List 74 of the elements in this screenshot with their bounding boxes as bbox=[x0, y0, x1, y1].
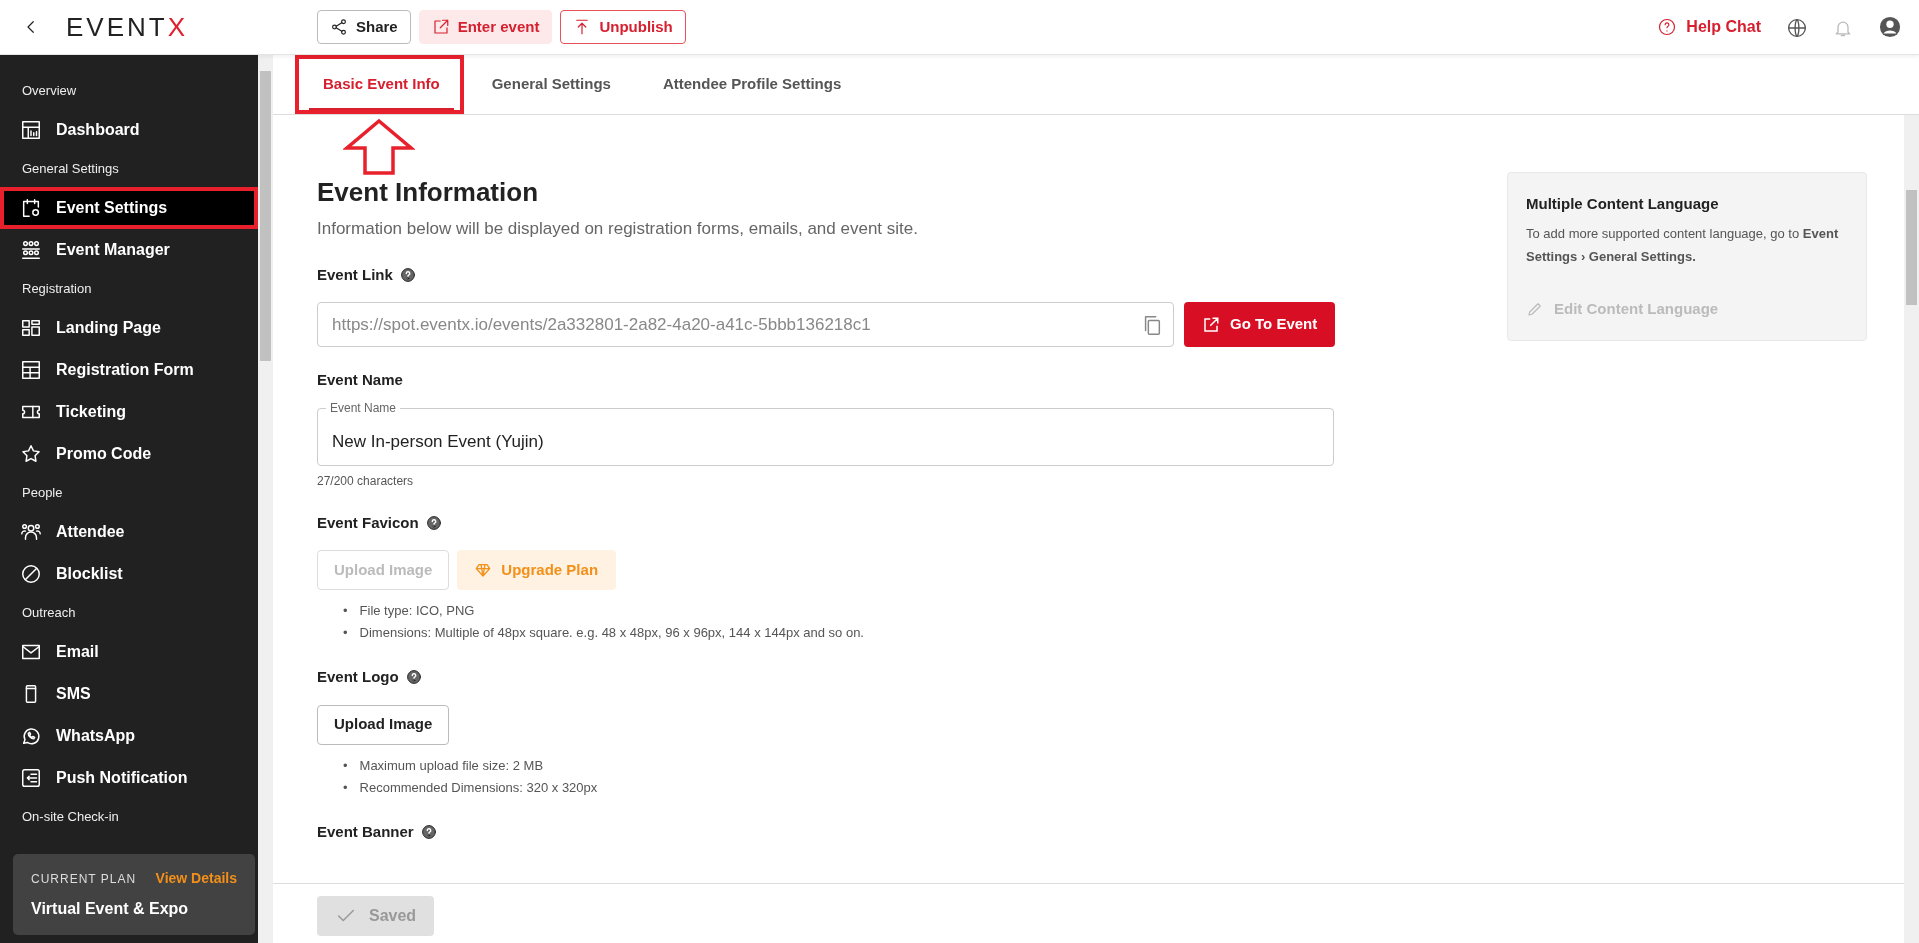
section-label: Registration bbox=[22, 281, 92, 296]
block-icon bbox=[20, 563, 42, 585]
bullet: • bbox=[343, 778, 348, 797]
dashboard-icon bbox=[20, 119, 42, 141]
field-label: Event Favicon bbox=[317, 512, 419, 533]
note-text: Maximum upload file size: 2 MB bbox=[359, 756, 544, 775]
help-icon[interactable] bbox=[400, 267, 415, 282]
sidebar-item[interactable]: Dashboard bbox=[0, 109, 258, 151]
help-chat-link[interactable]: Help Chat bbox=[1658, 15, 1761, 39]
plan-caption: CURRENT PLAN bbox=[31, 870, 137, 888]
sidebar-item[interactable]: WhatsApp bbox=[0, 715, 258, 757]
sidebar-item[interactable]: Event Settings bbox=[0, 187, 258, 229]
scrollbar-thumb[interactable] bbox=[260, 71, 271, 361]
help-icon[interactable] bbox=[406, 670, 421, 685]
section-label: People bbox=[22, 485, 63, 500]
account-icon[interactable] bbox=[1879, 16, 1901, 38]
help-icon[interactable] bbox=[421, 824, 436, 839]
sidebar-item[interactable]: Landing Page bbox=[0, 307, 258, 349]
panel-title: Multiple Content Language bbox=[1526, 194, 1720, 214]
field-label: Event Logo bbox=[317, 667, 399, 688]
share-icon bbox=[330, 18, 348, 36]
external-link-icon bbox=[431, 18, 450, 36]
unpublish-button[interactable]: Unpublish bbox=[560, 10, 686, 44]
chat-bubble-icon bbox=[20, 725, 42, 747]
field-label: Event Name bbox=[317, 370, 403, 391]
people-group-icon bbox=[20, 239, 42, 261]
sidebar-item[interactable]: Email bbox=[0, 631, 258, 673]
share-button[interactable]: Share bbox=[317, 10, 411, 44]
view-details-link[interactable]: View Details bbox=[155, 868, 237, 889]
sidebar-item[interactable]: Ticketing bbox=[0, 391, 258, 433]
sidebar-item[interactable]: Event Manager bbox=[0, 229, 258, 271]
bullet: • bbox=[343, 602, 348, 621]
sidebar-item[interactable]: SMS bbox=[0, 673, 258, 715]
upload-image-button[interactable]: Upload Image bbox=[317, 704, 450, 745]
enter-event-button[interactable]: Enter event bbox=[418, 10, 553, 44]
section-description: Information below will be displayed on registration forms, emails, and event site. bbox=[317, 218, 919, 241]
note-text: Recommended Dimensions: 320 x 320px bbox=[359, 778, 598, 797]
bullet: • bbox=[343, 756, 348, 775]
bullet: • bbox=[343, 624, 348, 643]
tab[interactable]: Basic Event Info bbox=[309, 59, 454, 110]
globe-icon[interactable] bbox=[1787, 17, 1807, 38]
help-icon bbox=[1658, 18, 1677, 36]
field-label: Event Banner bbox=[317, 821, 414, 842]
sidebar-item[interactable]: Blocklist bbox=[0, 553, 258, 595]
tab[interactable]: Attendee Profile Settings bbox=[648, 59, 856, 110]
sidebar-item[interactable]: Attendee bbox=[0, 511, 258, 553]
section-label: Outreach bbox=[22, 605, 76, 620]
note-text: File type: ICO, PNG bbox=[359, 602, 475, 621]
notification-list-icon bbox=[20, 767, 42, 789]
star-icon bbox=[20, 443, 42, 465]
diamond-icon bbox=[475, 562, 492, 579]
section-label: Overview bbox=[22, 83, 77, 98]
attendees-icon bbox=[20, 521, 42, 543]
tab[interactable]: General Settings bbox=[477, 59, 625, 110]
scrollbar-thumb[interactable] bbox=[1906, 190, 1917, 305]
field-label: Event Link bbox=[317, 264, 393, 285]
note-text: Dimensions: Multiple of 48px square. e.g. 48 x 48px, 96 x 96px, 144 x 144px and so on. bbox=[359, 624, 864, 643]
go-to-event-button[interactable]: Go To Event bbox=[1184, 302, 1336, 348]
logo: EVENTX bbox=[66, 10, 189, 44]
layout-icon bbox=[20, 317, 42, 339]
sidebar-item[interactable]: Push Notification bbox=[0, 757, 258, 799]
section-label: On-site Check-in bbox=[22, 809, 119, 824]
plan-name: Virtual Event & Expo bbox=[31, 899, 190, 919]
table-icon bbox=[20, 359, 42, 381]
section-heading: Event Information bbox=[317, 177, 539, 209]
sidebar-item[interactable]: Registration Form bbox=[0, 349, 258, 391]
section-label: General Settings bbox=[22, 161, 119, 176]
external-link-icon bbox=[1202, 315, 1220, 334]
sidebar-item[interactable]: Promo Code bbox=[0, 433, 258, 475]
help-icon[interactable] bbox=[426, 515, 441, 530]
character-counter: 27/200 characters bbox=[317, 472, 415, 490]
event-link-field[interactable]: https://spot.eventx.io/events/2a332801-2a82-4a20-a41c-5bbb136218c1 bbox=[317, 302, 1174, 348]
calendar-gear-icon bbox=[20, 197, 42, 219]
panel-text: To add more supported content language, go to Event Settings › General Settings. bbox=[1526, 224, 1840, 266]
